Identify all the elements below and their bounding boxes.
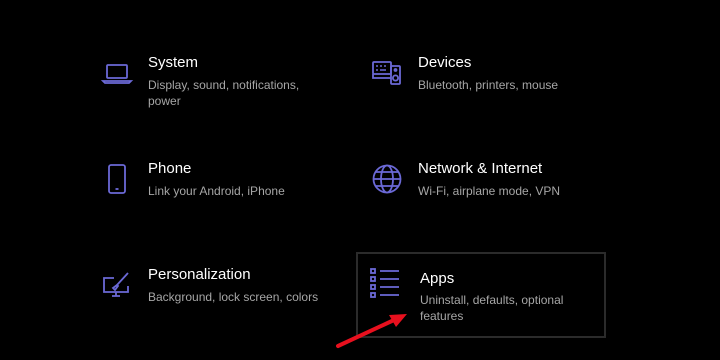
tile-title: Phone	[148, 160, 192, 177]
tile-title: Apps	[420, 270, 455, 287]
apps-list-icon	[368, 266, 402, 300]
globe-icon	[370, 162, 404, 196]
tile-title: Devices	[418, 54, 472, 71]
tile-description: Uninstall, defaults, optional features	[420, 293, 564, 323]
red-arrow-icon	[334, 306, 414, 352]
paint-brush-monitor-icon	[100, 268, 134, 302]
tile-description: Link your Android, iPhone	[148, 184, 285, 198]
settings-home: System Display, sound, notifications, po…	[0, 0, 720, 360]
tile-title: Network & Internet	[418, 160, 543, 177]
keyboard-speaker-icon	[370, 56, 404, 90]
tile-description: Display, sound, notifications, power	[148, 78, 300, 108]
tile-description: Wi-Fi, airplane mode, VPN	[418, 184, 561, 198]
laptop-icon	[100, 56, 134, 90]
phone-icon	[100, 162, 134, 196]
tile-title: System	[148, 54, 199, 71]
tile-description: Background, lock screen, colors	[148, 290, 319, 304]
settings-tile-system[interactable]: System Display, sound, notifications, po…	[88, 46, 334, 132]
tile-description: Bluetooth, printers, mouse	[418, 78, 559, 92]
settings-tile-phone[interactable]: Phone Link your Android, iPhone	[88, 152, 334, 238]
settings-tile-devices[interactable]: Devices Bluetooth, printers, mouse	[358, 46, 604, 132]
tile-title: Personalization	[148, 266, 251, 283]
settings-tile-personalization[interactable]: Personalization Background, lock screen,…	[88, 258, 334, 344]
settings-tile-network-internet[interactable]: Network & Internet Wi-Fi, airplane mode,…	[358, 152, 604, 238]
